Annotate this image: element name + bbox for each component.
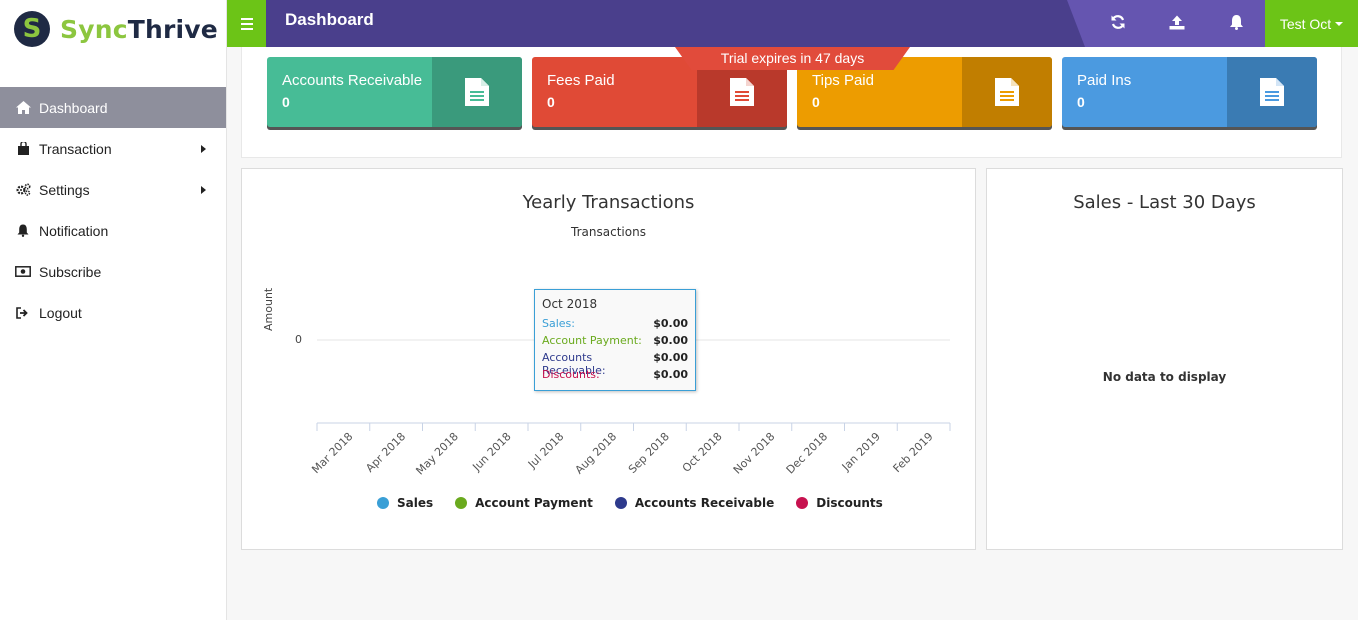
sign-out-icon [14, 306, 32, 320]
notification-bell-icon[interactable] [1226, 12, 1246, 32]
brand-name-part2: Thrive [127, 14, 218, 44]
tooltip-row: Account Payment: $0.00 [542, 334, 688, 347]
chart-tooltip: Oct 2018 Sales: $0.00 Account Payment: $… [534, 289, 696, 391]
x-tick-label: Jun 2018 [469, 430, 513, 474]
upload-icon[interactable] [1167, 12, 1187, 32]
legend-label: Discounts [816, 496, 883, 510]
legend-dot [614, 497, 627, 509]
legend-item-account-payment[interactable]: Account Payment [455, 496, 593, 510]
x-tick-label: Sep 2018 [626, 430, 672, 476]
trial-banner: Trial expires in 47 days [675, 47, 910, 70]
sidebar-item-label: Logout [39, 304, 82, 321]
stat-label: Tips Paid [812, 72, 874, 89]
money-icon [14, 265, 32, 279]
chevron-down-icon [1335, 21, 1344, 26]
bell-icon [14, 224, 32, 238]
sidebar-item-subscribe[interactable]: Subscribe [0, 251, 226, 292]
tooltip-row-value: $0.00 [653, 334, 688, 347]
legend-dot [796, 497, 809, 509]
stat-label: Accounts Receivable [282, 72, 423, 89]
legend-item-accounts-receivable[interactable]: Accounts Receivable [614, 496, 775, 510]
x-tick-label: Jan 2019 [839, 430, 883, 474]
no-data-message: No data to display [1102, 370, 1227, 384]
tooltip-title: Oct 2018 [542, 297, 598, 311]
caret-right-icon [201, 144, 206, 153]
user-name: Test Oct [1279, 15, 1332, 32]
stat-value: 0 [1077, 94, 1085, 110]
stat-value: 0 [812, 94, 820, 110]
tooltip-row-value: $0.00 [653, 368, 688, 381]
gears-icon [14, 183, 32, 197]
page-title: Dashboard [285, 10, 374, 29]
logo[interactable]: S SyncThrive [0, 0, 226, 58]
stat-value: 0 [547, 94, 555, 110]
legend-label: Account Payment [475, 496, 593, 510]
caret-right-icon [201, 185, 206, 194]
sidebar-item-logout[interactable]: Logout [0, 292, 226, 333]
x-tick-label: Mar 2018 [309, 430, 355, 476]
x-tick-label: Dec 2018 [784, 430, 831, 477]
sidebar-item-label: Settings [39, 181, 90, 198]
tooltip-row: Discounts: $0.00 [542, 368, 688, 381]
user-menu-button[interactable]: Test Oct [1265, 0, 1358, 47]
sidebar-menu: Dashboard Transaction Settings Notificat… [0, 87, 226, 333]
legend-item-sales[interactable]: Sales [377, 496, 433, 510]
refresh-icon[interactable] [1108, 12, 1128, 32]
legend-dot [377, 497, 389, 509]
sidebar-item-label: Transaction [39, 140, 112, 157]
brand-name-part1: Sync [60, 14, 128, 44]
legend-label: Sales [397, 496, 434, 510]
menu-toggle-button[interactable] [227, 0, 266, 47]
legend-item-discounts[interactable]: Discounts [796, 496, 883, 510]
logo-icon: S [14, 11, 50, 47]
top-bar: Dashboard Test Oct [227, 0, 1358, 47]
document-icon [1227, 57, 1317, 127]
sidebar: S SyncThrive Dashboard Transaction Setti… [0, 0, 227, 620]
x-tick-label: Aug 2018 [573, 430, 620, 477]
stat-accounts-receivable[interactable]: Accounts Receivable 0 [267, 57, 522, 127]
stat-label: Fees Paid [547, 72, 615, 89]
legend-dot [455, 497, 468, 509]
stat-paid-ins[interactable]: Paid Ins 0 [1062, 57, 1317, 127]
tooltip-row-label: Discounts: [542, 368, 600, 381]
tooltip-row: Sales: $0.00 [542, 317, 688, 330]
sidebar-item-label: Subscribe [39, 263, 102, 280]
document-icon [962, 57, 1052, 127]
x-tick-label: Apr 2018 [363, 430, 408, 475]
document-icon [432, 57, 522, 127]
tooltip-row-label: Account Payment: [542, 334, 642, 347]
tooltip-row-label: Sales: [542, 317, 575, 330]
x-tick-label: May 2018 [413, 430, 461, 478]
sidebar-item-label: Dashboard [39, 99, 108, 116]
sidebar-item-transaction[interactable]: Transaction [0, 128, 226, 169]
x-tick-label: Oct 2018 [680, 430, 725, 475]
sales-panel-title: Sales - Last 30 Days [1073, 192, 1256, 213]
sales-last-30-days-card: Sales - Last 30 Days No data to display [986, 168, 1343, 550]
x-tick-label: Feb 2019 [891, 430, 936, 475]
stat-label: Paid Ins [1077, 72, 1132, 89]
shopping-bag-icon [14, 142, 32, 156]
yearly-transactions-card: Yearly Transactions Transactions Amount … [241, 168, 976, 550]
x-tick-label: Nov 2018 [731, 430, 778, 477]
sidebar-item-dashboard[interactable]: Dashboard [0, 87, 226, 128]
x-tick-label: Jul 2018 [525, 430, 567, 472]
tooltip-row-value: $0.00 [653, 317, 688, 330]
chart-legend: Sales Account Payment Accounts Receivabl… [377, 496, 883, 510]
home-icon [14, 101, 32, 115]
stat-value: 0 [282, 94, 290, 110]
sidebar-item-settings[interactable]: Settings [0, 169, 226, 210]
legend-label: Accounts Receivable [634, 496, 775, 510]
sidebar-item-label: Notification [39, 222, 109, 239]
sidebar-item-notification[interactable]: Notification [0, 210, 226, 251]
top-actions [1067, 0, 1265, 47]
